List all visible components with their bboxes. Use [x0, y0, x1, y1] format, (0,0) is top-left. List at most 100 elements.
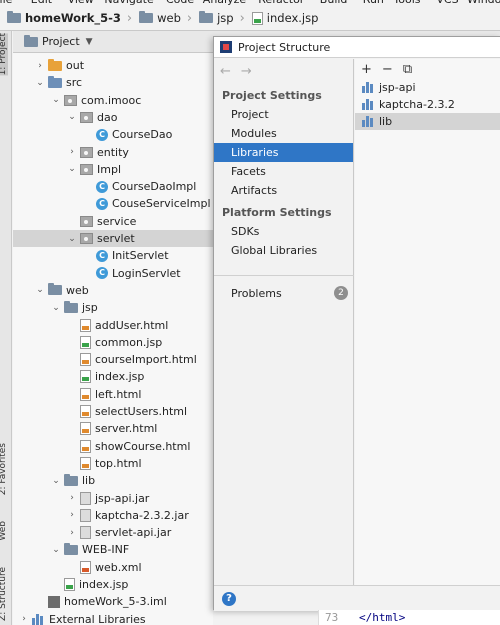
tree-row-label: out — [66, 59, 85, 72]
tree-row[interactable]: ⌄ Impl — [13, 161, 213, 178]
chevron-down-icon[interactable]: ⌄ — [67, 164, 77, 174]
breadcrumb-project[interactable]: homeWork_5-3 — [2, 6, 125, 31]
library-row[interactable]: jsp-api — [355, 79, 500, 96]
breadcrumb-file[interactable]: index.jsp — [247, 6, 323, 31]
tree-row-label: homeWork_5-3.iml — [64, 595, 167, 609]
tree-row[interactable]: › out — [13, 57, 213, 74]
chevron-right-icon[interactable]: › — [67, 528, 77, 538]
chevron-down-icon[interactable]: ⌄ — [51, 545, 61, 555]
tree-row[interactable]: ⌄ jsp — [13, 299, 213, 316]
tree-row[interactable]: ⌄ WEB-INF — [13, 541, 213, 558]
tree-row[interactable]: ⌄ lib — [13, 472, 213, 489]
tree-row[interactable]: top.html — [13, 455, 213, 472]
jar-file-icon — [80, 508, 91, 522]
tree-row-label: com.imooc — [81, 93, 142, 107]
tree-row-label: web.xml — [95, 560, 142, 574]
tab-project[interactable]: 1: Project — [0, 33, 8, 76]
code-line[interactable]: </html> — [359, 611, 405, 624]
chevron-right-icon[interactable]: › — [19, 614, 29, 624]
breadcrumb-label: homeWork_5-3 — [25, 11, 121, 25]
add-icon[interactable]: + — [361, 62, 372, 77]
libraries-toolbar: + − ⧉ — [355, 59, 500, 79]
tree-row[interactable]: C LoginServlet — [13, 265, 213, 282]
tree-row[interactable]: › entity — [13, 144, 213, 161]
tree-row[interactable]: service — [13, 213, 213, 230]
tree-row[interactable]: C InitServlet — [13, 247, 213, 264]
sidebar-item-libraries[interactable]: Libraries — [214, 143, 353, 162]
tree-row-label: External Libraries — [49, 612, 146, 625]
chevron-right-icon: › — [126, 10, 133, 26]
libraries-icon — [32, 613, 45, 625]
breadcrumb-web[interactable]: web — [134, 6, 185, 31]
tree-row[interactable]: addUser.html — [13, 317, 213, 334]
libraries-panel: + − ⧉ jsp-api kaptcha-2.3.2 lib — [355, 59, 500, 585]
chevron-right-icon[interactable]: › — [35, 61, 45, 71]
sidebar-item-modules[interactable]: Modules — [214, 124, 353, 143]
help-icon[interactable]: ? — [222, 591, 236, 606]
library-row[interactable]: lib — [355, 113, 500, 130]
tree-row[interactable]: showCourse.html — [13, 438, 213, 455]
sidebar-item-problems[interactable]: Problems 2 — [214, 284, 354, 303]
chevron-down-icon[interactable]: ⌄ — [51, 476, 61, 486]
chevron-right-icon[interactable]: › — [67, 510, 77, 520]
chevron-down-icon[interactable]: ⌄ — [67, 112, 77, 122]
tree-row-label: lib — [82, 474, 96, 488]
tree-row[interactable]: server.html — [13, 420, 213, 437]
sidebar-item-global-libraries[interactable]: Global Libraries — [214, 241, 353, 260]
dialog-title: Project Structure — [238, 40, 331, 54]
tree-row[interactable]: selectUsers.html — [13, 403, 213, 420]
tab-web[interactable]: Web — [0, 521, 8, 541]
sidebar-item-facets[interactable]: Facets — [214, 162, 353, 181]
library-row[interactable]: kaptcha-2.3.2 — [355, 96, 500, 113]
tree-row[interactable]: courseImport.html — [13, 351, 213, 368]
copy-icon[interactable]: ⧉ — [403, 62, 412, 77]
tree-row[interactable]: C CourseDaoImpl — [13, 178, 213, 195]
tree-row-label: selectUsers.html — [95, 405, 188, 418]
chevron-right-icon[interactable]: › — [67, 147, 77, 157]
tree-row[interactable]: web.xml — [13, 559, 213, 576]
tree-row[interactable]: › External Libraries — [13, 611, 213, 625]
tree-row[interactable]: C CourseDao — [13, 126, 213, 143]
tree-row-label: CourseDaoImpl — [112, 180, 197, 194]
tree-row[interactable]: › servlet-api.jar — [13, 524, 213, 541]
html-file-icon — [80, 353, 91, 367]
breadcrumb-jsp[interactable]: jsp — [194, 6, 238, 31]
chevron-right-icon[interactable]: › — [67, 493, 77, 503]
sidebar-item-artifacts[interactable]: Artifacts — [214, 181, 353, 200]
tree-row[interactable]: ⌄ com.imooc — [13, 92, 213, 109]
tree-row[interactable]: index.jsp — [13, 576, 213, 593]
intellij-app-icon — [220, 41, 232, 53]
tree-row[interactable]: ⌄ servlet — [13, 230, 213, 247]
tree-row-label: top.html — [95, 456, 142, 470]
tree-row-label: servlet — [97, 232, 135, 245]
tree-row[interactable]: ⌄ dao — [13, 109, 213, 126]
tree-row[interactable]: › jsp-api.jar — [13, 490, 213, 507]
tree-row[interactable]: › kaptcha-2.3.2.jar — [13, 507, 213, 524]
back-arrow-icon[interactable]: ← — [220, 64, 231, 79]
tab-structure[interactable]: Z: Structure — [0, 567, 8, 621]
tree-row[interactable]: common.jsp — [13, 334, 213, 351]
sidebar-item-project[interactable]: Project — [214, 105, 353, 124]
tab-favorites[interactable]: 2: Favorites — [0, 443, 8, 495]
tree-row[interactable]: left.html — [13, 386, 213, 403]
chevron-down-icon[interactable]: ⌄ — [35, 285, 45, 295]
tree-row[interactable]: ⌄ web — [13, 282, 213, 299]
chevron-right-icon: › — [239, 10, 245, 26]
tool-window-strip: 1: Project 2: Favorites Web Z: Structure — [0, 31, 12, 625]
chevron-down-icon[interactable]: ⌄ — [67, 234, 77, 244]
sidebar-item-sdks[interactable]: SDKs — [214, 222, 353, 241]
breadcrumb: homeWork_5-3 › web › jsp › index.jsp — [0, 6, 500, 31]
chevron-down-icon[interactable]: ⌄ — [35, 78, 45, 88]
remove-icon[interactable]: − — [382, 62, 393, 77]
chevron-down-icon[interactable]: ▼ — [86, 37, 93, 47]
tree-row[interactable]: C CouseServiceImpl — [13, 195, 213, 212]
project-panel-title[interactable]: Project — [42, 35, 80, 48]
chevron-down-icon[interactable]: ⌄ — [51, 303, 61, 313]
tree-row-label: kaptcha-2.3.2.jar — [95, 508, 189, 522]
forward-arrow-icon[interactable]: → — [241, 64, 252, 79]
chevron-down-icon[interactable]: ⌄ — [51, 95, 61, 105]
tree-row[interactable]: index.jsp — [13, 368, 213, 385]
tree-row[interactable]: homeWork_5-3.iml — [13, 593, 213, 610]
tree-row[interactable]: ⌄ src — [13, 74, 213, 91]
module-file-icon — [48, 595, 60, 608]
